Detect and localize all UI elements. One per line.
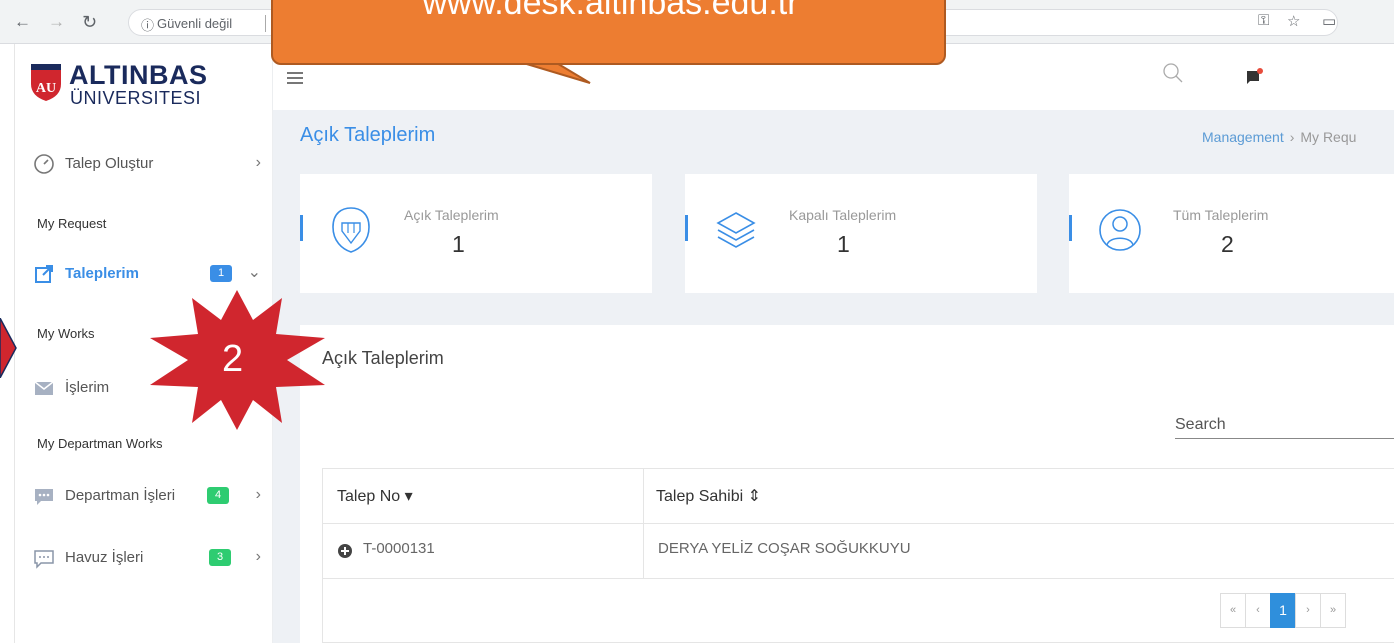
- star-number: 2: [222, 338, 244, 380]
- chevron-down-icon: ⌄: [247, 264, 261, 281]
- stat-card-all[interactable]: Tüm Taleplerim 2: [1069, 174, 1394, 293]
- table-header: Talep No ▾ Talep Sahibi ⇕: [323, 469, 1394, 524]
- page-current-button[interactable]: 1: [1270, 593, 1296, 628]
- stat-label: Açık Taleplerim: [404, 207, 499, 223]
- chat-icon: [35, 489, 53, 505]
- search-underline: [1175, 438, 1394, 439]
- external-link-icon: [35, 265, 53, 283]
- sidebar-item-label: İşlerim: [65, 379, 110, 396]
- gauge-icon: [34, 154, 54, 174]
- breadcrumb-root[interactable]: Management: [1202, 129, 1284, 145]
- sidebar-item-label: Talep Oluştur: [65, 155, 154, 172]
- stat-accent: [300, 215, 303, 241]
- section-departman: My Departman Works: [37, 436, 163, 451]
- breadcrumb-current: My Requ: [1300, 129, 1357, 145]
- breadcrumb: Management › My Requ: [1202, 129, 1356, 145]
- stat-accent: [1069, 215, 1072, 241]
- cell-talep-sahibi: DERYA YELİZ COŞAR SOĞUKKUYU: [658, 540, 911, 557]
- url-callout: www.desk.altinbas.edu.tr: [271, 0, 946, 65]
- envelope-icon: [34, 381, 54, 395]
- sidebar-item-taleplerim[interactable]: Taleplerim 1 ⌄: [15, 256, 273, 292]
- cell-talep-no: T-0000131: [363, 540, 435, 557]
- column-header-talep-sahibi[interactable]: Talep Sahibi ⇕: [656, 486, 761, 506]
- layers-icon: [716, 212, 756, 248]
- stat-value: 2: [1221, 231, 1234, 257]
- sidebar-item-label: Departman İşleri: [65, 487, 176, 504]
- section-my-works: My Works: [37, 326, 95, 341]
- sidebar-item-havuz[interactable]: Havuz İşleri 3 ›: [15, 540, 273, 576]
- page-title: Açık Taleplerim: [300, 124, 436, 146]
- sidebar-item-label: Taleplerim: [65, 265, 139, 282]
- count-badge: 3: [209, 549, 231, 566]
- stat-value: 1: [837, 231, 850, 257]
- page-next-button[interactable]: ›: [1295, 593, 1321, 628]
- section-my-request: My Request: [37, 216, 107, 231]
- stat-card-closed[interactable]: Kapalı Taleplerim 1: [685, 174, 1037, 293]
- requests-table: Talep No ▾ Talep Sahibi ⇕ T-0000131 DERY…: [322, 468, 1394, 643]
- shield-pencil-icon: [332, 207, 370, 253]
- count-badge: 4: [207, 487, 229, 504]
- pagination: « ‹ 1 › »: [1220, 593, 1346, 628]
- sidebar-item-departman[interactable]: Departman İşleri 4 ›: [15, 478, 273, 514]
- chevron-right-icon: ›: [255, 154, 261, 171]
- sidebar-item-label: Havuz İşleri: [65, 549, 144, 566]
- panel-title: Açık Taleplerim: [322, 348, 444, 368]
- page-last-button[interactable]: »: [1320, 593, 1346, 628]
- chevron-right-icon: ›: [255, 486, 261, 503]
- callout-text: www.desk.altinbas.edu.tr: [422, 0, 799, 22]
- sidebar-item-create[interactable]: Talep Oluştur ›: [15, 146, 273, 182]
- page-prev-button[interactable]: ‹: [1245, 593, 1271, 628]
- column-header-talep-no[interactable]: Talep No ▾: [337, 486, 413, 506]
- page-first-button[interactable]: «: [1220, 593, 1246, 628]
- arrow-pointer-icon: [0, 318, 17, 378]
- count-badge: 1: [210, 265, 232, 282]
- stat-value: 1: [452, 231, 465, 257]
- comment-icon: [34, 550, 54, 569]
- expand-plus-icon[interactable]: [337, 543, 353, 559]
- user-icon: [1099, 209, 1141, 251]
- table-row[interactable]: T-0000131 DERYA YELİZ COŞAR SOĞUKKUYU: [323, 524, 1394, 579]
- stat-accent: [685, 215, 688, 241]
- stat-label: Tüm Taleplerim: [1173, 207, 1269, 223]
- search-input[interactable]: Search: [1175, 416, 1226, 434]
- breadcrumb-separator: ›: [1289, 129, 1295, 145]
- stat-card-open[interactable]: Açık Taleplerim 1: [300, 174, 652, 293]
- stat-label: Kapalı Taleplerim: [789, 207, 897, 223]
- chevron-right-icon: ›: [255, 548, 261, 565]
